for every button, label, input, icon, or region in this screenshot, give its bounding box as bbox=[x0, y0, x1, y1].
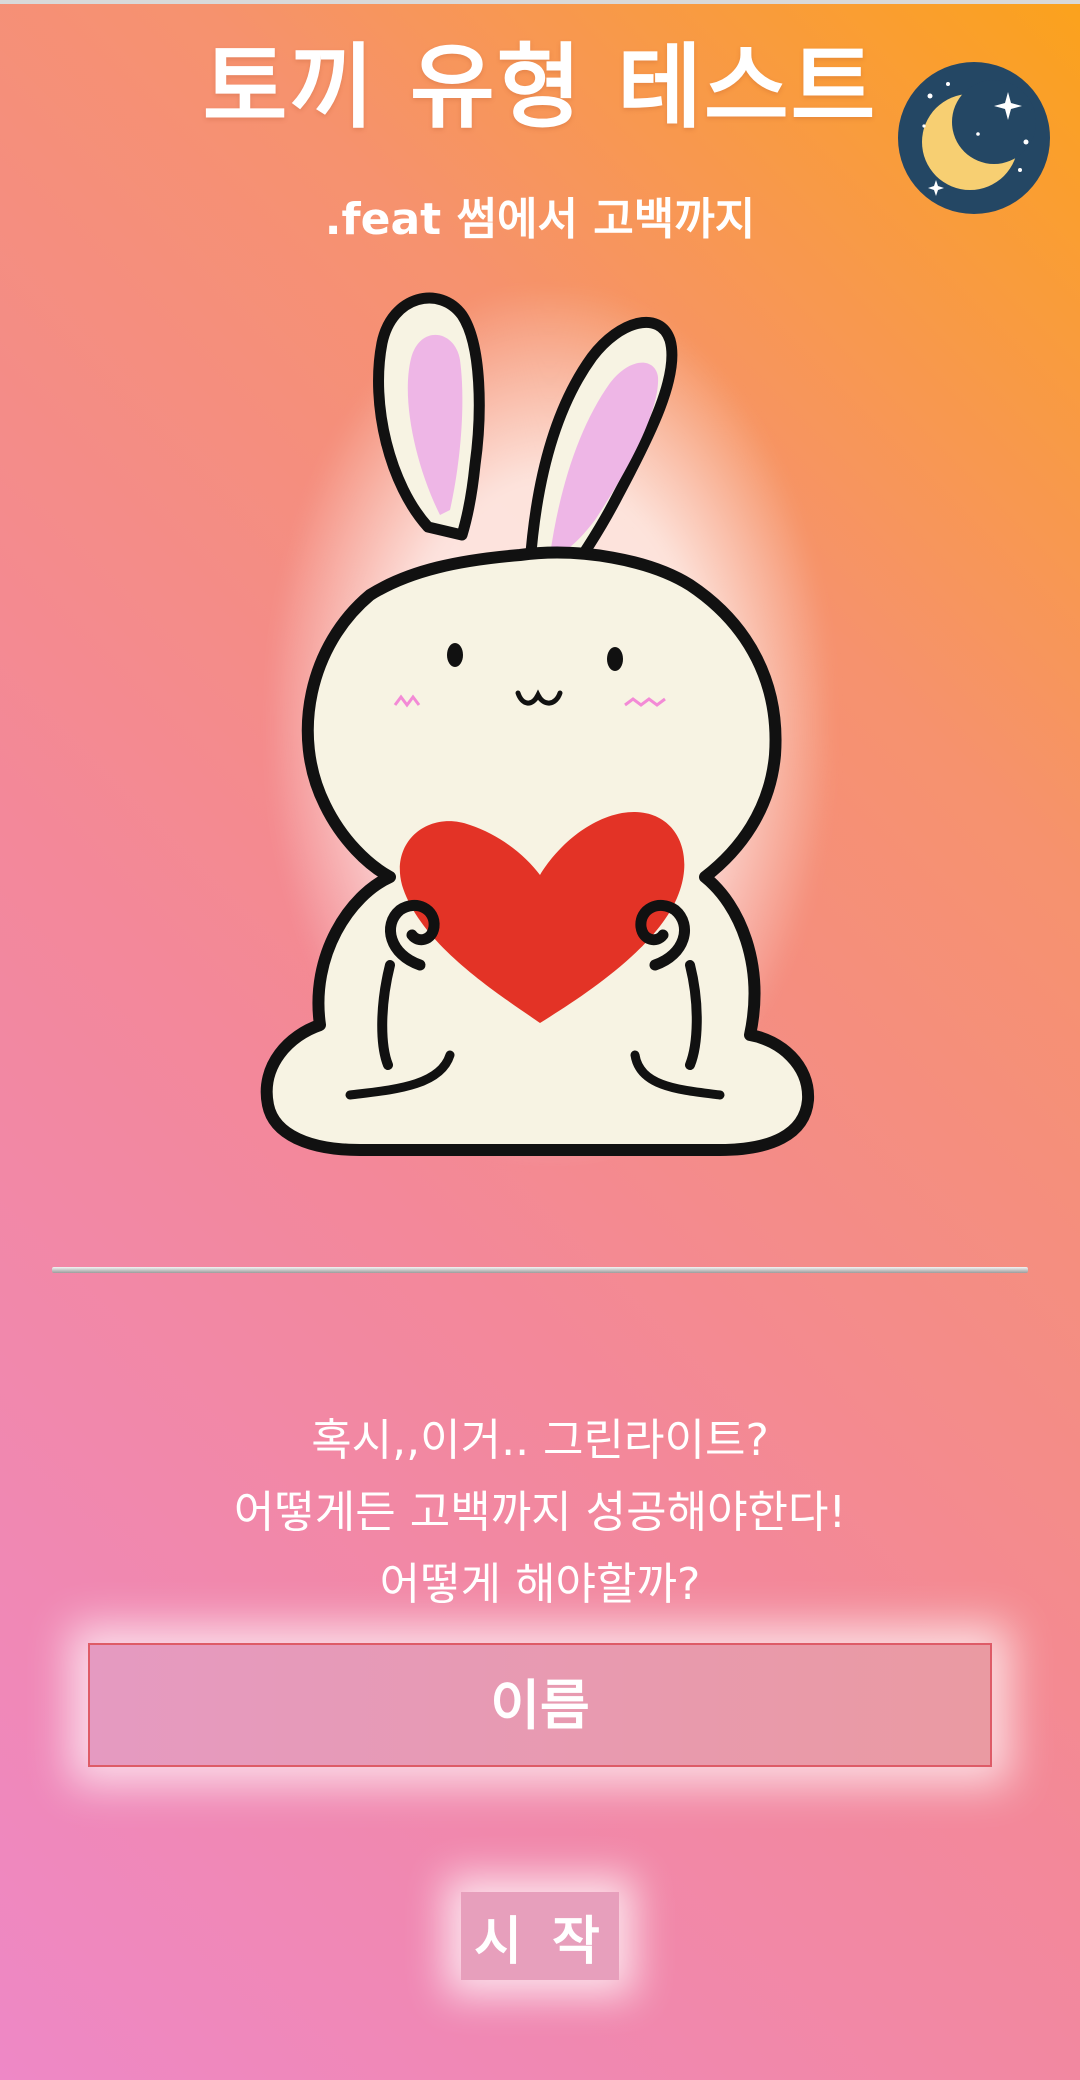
bunny-holding-heart-illustration bbox=[260, 292, 815, 1156]
bunny-body bbox=[260, 546, 815, 1156]
intro-text: 혹시,,이거.. 그린라이트? 어떻게든 고백까지 성공해야한다! 어떻게 해야… bbox=[0, 1405, 1080, 1621]
moon-icon bbox=[922, 80, 1036, 196]
theme-toggle-button[interactable] bbox=[898, 62, 1050, 214]
divider bbox=[52, 1267, 1028, 1273]
page-subtitle: .feat 썸에서 고백까지 bbox=[324, 194, 756, 245]
bunny-left-ear bbox=[373, 292, 485, 541]
bunny-right-eye bbox=[607, 647, 623, 671]
name-input[interactable] bbox=[88, 1643, 992, 1767]
bunny-left-eye bbox=[447, 643, 463, 667]
top-border bbox=[0, 0, 1080, 4]
start-button[interactable]: 시 작 bbox=[461, 1892, 619, 1980]
intro-line: 어떻게든 고백까지 성공해야한다! bbox=[233, 1487, 847, 1538]
intro-line: 어떻게 해야할까? bbox=[379, 1559, 701, 1610]
intro-line: 혹시,,이거.. 그린라이트? bbox=[311, 1415, 769, 1466]
bunny-right-ear bbox=[524, 317, 678, 591]
